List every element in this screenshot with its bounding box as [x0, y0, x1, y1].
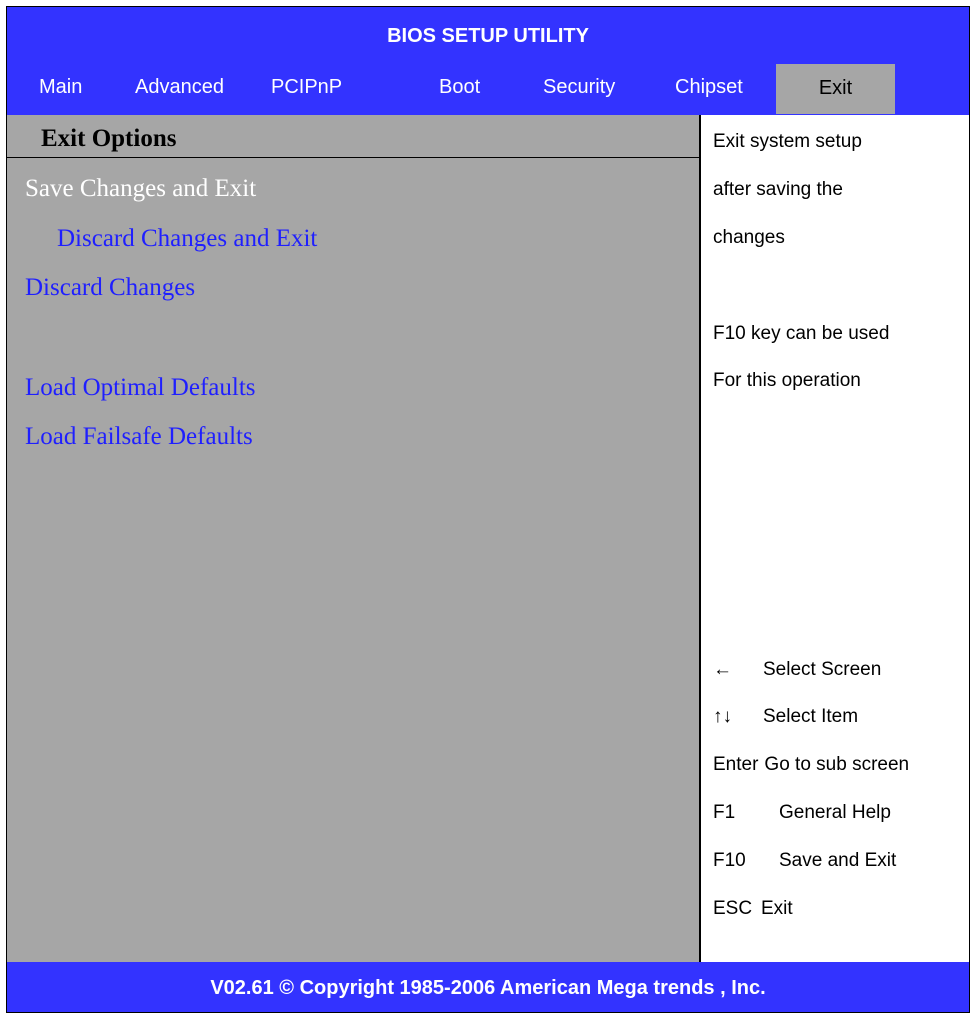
tab-main[interactable]: Main [39, 61, 82, 115]
section-header: Exit Options [7, 115, 699, 158]
bios-window: BIOS SETUP UTILITY Main Advanced PCIPnP … [6, 6, 970, 1013]
help-text-line: changes [713, 227, 785, 248]
key-desc: Select Screen [763, 659, 882, 680]
key-name: Enter [713, 754, 759, 775]
tab-bar: Main Advanced PCIPnP Boot Security Chips… [7, 61, 969, 115]
key-hint-select-screen: ← Select Screen [713, 659, 881, 681]
title-bar: BIOS SETUP UTILITY [7, 7, 969, 61]
up-down-arrow-icon: ↑↓ [713, 706, 732, 727]
left-arrow-icon: ← [713, 659, 732, 680]
option-load-failsafe-defaults[interactable]: Load Failsafe Defaults [25, 423, 253, 451]
options-panel: Exit Options Save Changes and Exit Disca… [7, 115, 701, 962]
app-title: BIOS SETUP UTILITY [387, 25, 589, 47]
help-text-line: after saving the [713, 179, 843, 200]
key-hint-save-and-exit: F10 Save and Exit [713, 850, 896, 872]
option-load-optimal-defaults[interactable]: Load Optimal Defaults [25, 374, 256, 402]
tab-chipset[interactable]: Chipset [675, 61, 743, 115]
option-discard-changes-and-exit[interactable]: Discard Changes and Exit [57, 225, 317, 253]
section-title: Exit Options [41, 125, 177, 152]
help-text-line: For this operation [713, 370, 861, 391]
help-text-line: Exit system setup [713, 131, 862, 152]
key-desc: General Help [779, 802, 891, 823]
option-discard-changes[interactable]: Discard Changes [25, 274, 195, 302]
tab-boot[interactable]: Boot [439, 61, 480, 115]
copyright-text: V02.61 © Copyright 1985-2006 American Me… [210, 977, 766, 999]
key-hint-general-help: F1 General Help [713, 802, 891, 824]
option-save-changes-and-exit[interactable]: Save Changes and Exit [25, 175, 256, 203]
key-hint-select-item: ↑↓ Select Item [713, 706, 858, 728]
key-hint-enter: Enter Go to sub screen [713, 754, 909, 776]
key-name: ESC [713, 898, 753, 919]
tab-exit[interactable]: Exit [776, 64, 895, 114]
key-name: F10 [713, 850, 746, 871]
help-panel: Exit system setup after saving the chang… [701, 115, 969, 962]
help-text-line: F10 key can be used [713, 323, 890, 344]
key-desc: Go to sub screen [764, 754, 910, 775]
tab-pcipnp[interactable]: PCIPnP [271, 61, 342, 115]
key-desc: Save and Exit [779, 850, 897, 871]
key-hint-exit: ESC Exit [713, 898, 793, 920]
key-name: F1 [713, 802, 736, 823]
footer-bar: V02.61 © Copyright 1985-2006 American Me… [7, 962, 969, 1012]
key-desc: Select Item [763, 706, 859, 727]
tab-advanced[interactable]: Advanced [135, 61, 224, 115]
tab-security[interactable]: Security [543, 61, 615, 115]
key-desc: Exit [761, 898, 793, 919]
